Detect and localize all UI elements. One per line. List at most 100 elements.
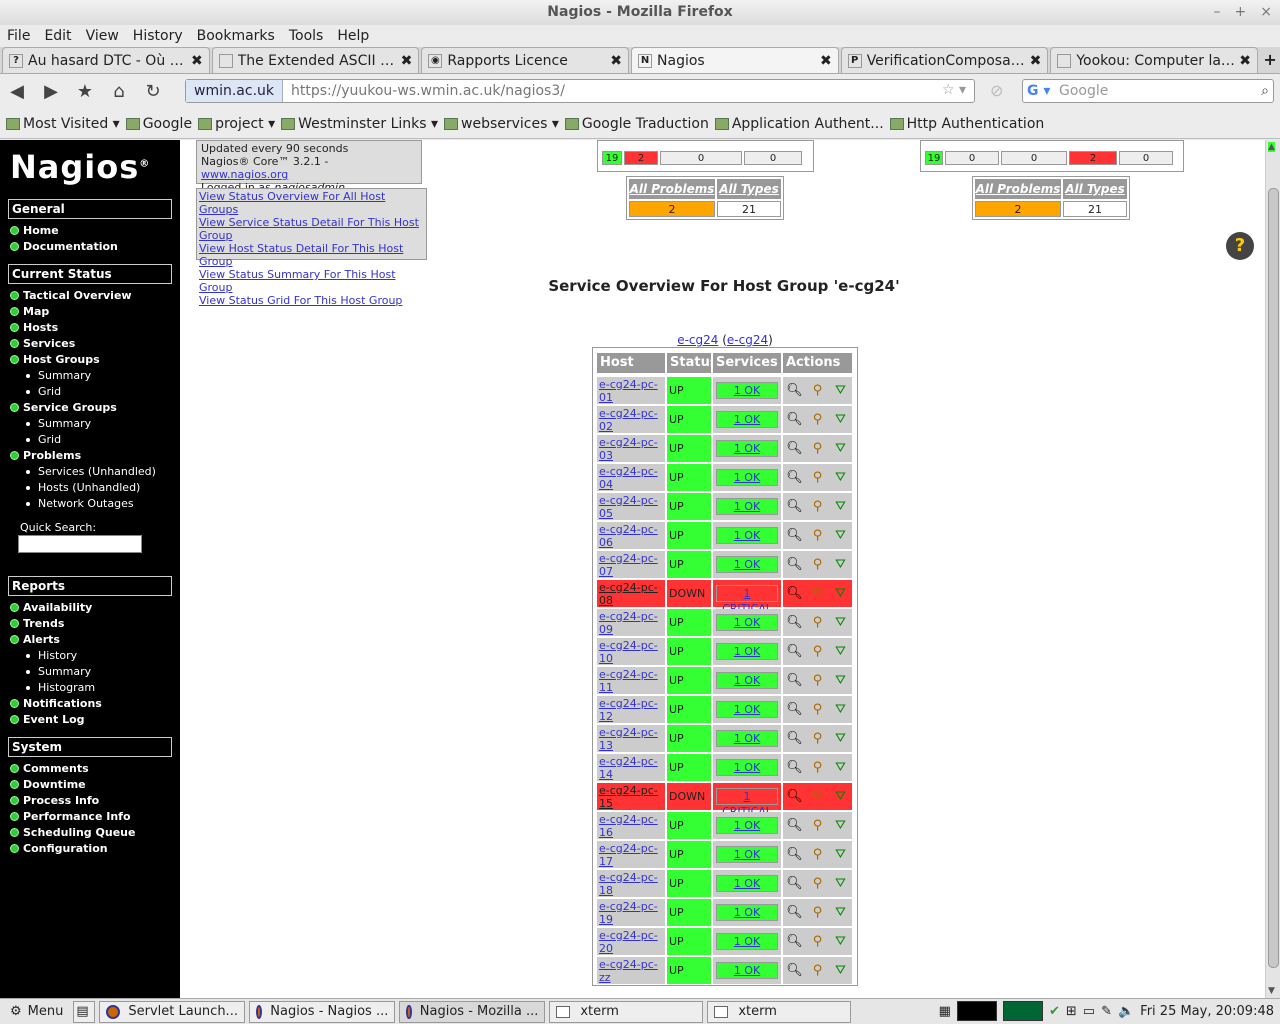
workspace-icon[interactable]: ⊞ [1066, 1004, 1077, 1019]
status-map-icon[interactable]: ⛛ [832, 933, 850, 951]
nagios-org-link[interactable]: www.nagios.org [201, 168, 288, 181]
services-status-link[interactable]: 1 OK [716, 701, 778, 718]
service-detail-icon[interactable]: ⚲ [809, 788, 827, 806]
host-link[interactable]: e-cg24-pc-01 [597, 377, 665, 404]
service-detail-icon[interactable]: ⚲ [809, 759, 827, 777]
site-identity[interactable]: wmin.ac.uk [186, 80, 284, 102]
service-detail-icon[interactable]: ⚲ [809, 904, 827, 922]
status-map-icon[interactable]: ⛛ [832, 962, 850, 980]
host-link[interactable]: e-cg24-pc-13 [597, 725, 665, 752]
magnifier-icon[interactable]: 🔍︎ [786, 614, 804, 632]
bookmark-http-auth[interactable]: Http Authentication [889, 116, 1044, 132]
nav-downtime[interactable]: Downtime [10, 778, 86, 791]
service-detail-icon[interactable]: ⚲ [809, 933, 827, 951]
google-icon[interactable]: G ▾ [1027, 80, 1050, 102]
magnifier-icon[interactable]: 🔍︎ [786, 643, 804, 661]
nav-services-unhandled[interactable]: Services (Unhandled) [26, 465, 156, 478]
services-status-link[interactable]: 1 OK [716, 643, 778, 660]
services-status-link[interactable]: 1 OK [716, 759, 778, 776]
services-status-link[interactable]: 1 OK [716, 527, 778, 544]
services-status-link[interactable]: 1 OK [716, 382, 778, 399]
magnifier-icon[interactable]: 🔍︎ [786, 759, 804, 777]
service-detail-icon[interactable]: ⚲ [809, 701, 827, 719]
task-firefox[interactable]: Nagios - Mozilla ... [399, 1000, 546, 1023]
host-link[interactable]: e-cg24-pc-20 [597, 928, 665, 955]
services-status-link[interactable]: 1 OK [716, 672, 778, 689]
bookmark-project[interactable]: project ▾ [198, 116, 275, 132]
nav-configuration[interactable]: Configuration [10, 842, 108, 855]
services-status-link[interactable]: 1 OK [716, 904, 778, 921]
link-overview-all[interactable]: View Status Overview For All Host Groups [199, 190, 385, 216]
host-link[interactable]: e-cg24-pc-04 [597, 464, 665, 491]
home-icon[interactable]: ⌂ [102, 81, 136, 102]
magnifier-icon[interactable]: 🔍︎ [786, 788, 804, 806]
nav-alerts-histogram[interactable]: Histogram [26, 681, 95, 694]
calculator-icon[interactable]: ▦ [939, 1004, 951, 1019]
tab-rapports[interactable]: ◉ Rapports Licence ✖ [421, 47, 630, 73]
service-detail-icon[interactable]: ⚲ [809, 643, 827, 661]
nav-network-outages[interactable]: Network Outages [26, 497, 134, 510]
status-map-icon[interactable]: ⛛ [832, 411, 850, 429]
bookmark-westminster[interactable]: Westminster Links ▾ [281, 116, 438, 132]
status-map-icon[interactable]: ⛛ [832, 875, 850, 893]
nav-servicegroups-grid[interactable]: Grid [26, 433, 61, 446]
host-problems-count[interactable]: 2 [629, 201, 715, 217]
status-map-icon[interactable]: ⛛ [832, 498, 850, 516]
menu-help[interactable]: Help [330, 25, 376, 47]
status-map-icon[interactable]: ⛛ [832, 904, 850, 922]
service-all-problems-link[interactable]: All Problems [975, 179, 1061, 199]
host-link[interactable]: e-cg24-pc-02 [597, 406, 665, 433]
task-xterm-1[interactable]: xterm [549, 1000, 704, 1023]
service-detail-icon[interactable]: ⚲ [809, 730, 827, 748]
close-window-icon[interactable]: × [1260, 0, 1272, 25]
hosts-down-count[interactable]: 2 [624, 151, 658, 165]
quick-search-input[interactable] [18, 535, 142, 553]
search-input[interactable]: G ▾ Google ⌕ [1022, 79, 1274, 103]
host-link[interactable]: e-cg24-pc-05 [597, 493, 665, 520]
volume-icon[interactable]: 🔈 [1118, 1004, 1134, 1019]
service-detail-icon[interactable]: ⚲ [809, 846, 827, 864]
status-map-icon[interactable]: ⛛ [832, 614, 850, 632]
host-types-count[interactable]: 21 [717, 201, 781, 217]
services-status-link[interactable]: 1 OK [716, 730, 778, 747]
host-link[interactable]: e-cg24-pc-17 [597, 841, 665, 868]
service-detail-icon[interactable]: ⚲ [809, 498, 827, 516]
service-detail-icon[interactable]: ⚲ [809, 527, 827, 545]
close-tab-icon[interactable]: ✖ [401, 53, 413, 69]
nav-service-groups[interactable]: Service Groups [10, 401, 117, 414]
update-shield-icon[interactable]: ✔ [1049, 1004, 1060, 1019]
host-link[interactable]: e-cg24-pc-19 [597, 899, 665, 926]
services-status-link[interactable]: 1 OK [716, 614, 778, 631]
close-tab-icon[interactable]: ✖ [191, 53, 203, 69]
host-all-problems-link[interactable]: All Problems [629, 179, 715, 199]
host-link[interactable]: e-cg24-pc-15 [597, 783, 665, 810]
status-map-icon[interactable]: ⛛ [832, 527, 850, 545]
host-link[interactable]: e-cg24-pc-06 [597, 522, 665, 549]
magnifier-icon[interactable]: 🔍︎ [786, 469, 804, 487]
star-icon[interactable]: ☆ ▾ [942, 82, 966, 98]
magnifier-icon[interactable]: 🔍︎ [786, 904, 804, 922]
nav-performance-info[interactable]: Performance Info [10, 810, 131, 823]
host-link[interactable]: e-cg24-pc-16 [597, 812, 665, 839]
back-icon[interactable]: ◀ [0, 81, 34, 102]
task-xterm-2[interactable]: xterm [707, 1000, 852, 1023]
tab-nagios[interactable]: N Nagios ✖ [631, 47, 839, 73]
magnifier-icon[interactable]: 🔍︎ [786, 440, 804, 458]
nagios-logo[interactable]: Nagios® [10, 148, 150, 186]
services-status-link[interactable]: 1 CRITICAL [716, 788, 778, 818]
link-service-detail[interactable]: View Service Status Detail For This Host… [199, 216, 419, 242]
host-group-name-link[interactable]: e-cg24 [677, 333, 718, 347]
hosts-pending-count[interactable]: 0 [744, 151, 802, 165]
service-detail-icon[interactable]: ⚲ [809, 672, 827, 690]
hosts-up-count[interactable]: 19 [602, 151, 622, 165]
close-tab-icon[interactable]: ✖ [1030, 53, 1042, 69]
nav-home[interactable]: Home [10, 224, 59, 237]
menu-tools[interactable]: Tools [282, 25, 331, 47]
nav-hosts[interactable]: Hosts [10, 321, 58, 334]
services-status-link[interactable]: 1 OK [716, 933, 778, 950]
scroll-up-icon[interactable]: ▲ [1268, 142, 1275, 152]
status-map-icon[interactable]: ⛛ [832, 585, 850, 603]
nav-scheduling-queue[interactable]: Scheduling Queue [10, 826, 135, 839]
services-status-link[interactable]: 1 CRITICAL [716, 585, 778, 615]
nav-problems[interactable]: Problems [10, 449, 81, 462]
